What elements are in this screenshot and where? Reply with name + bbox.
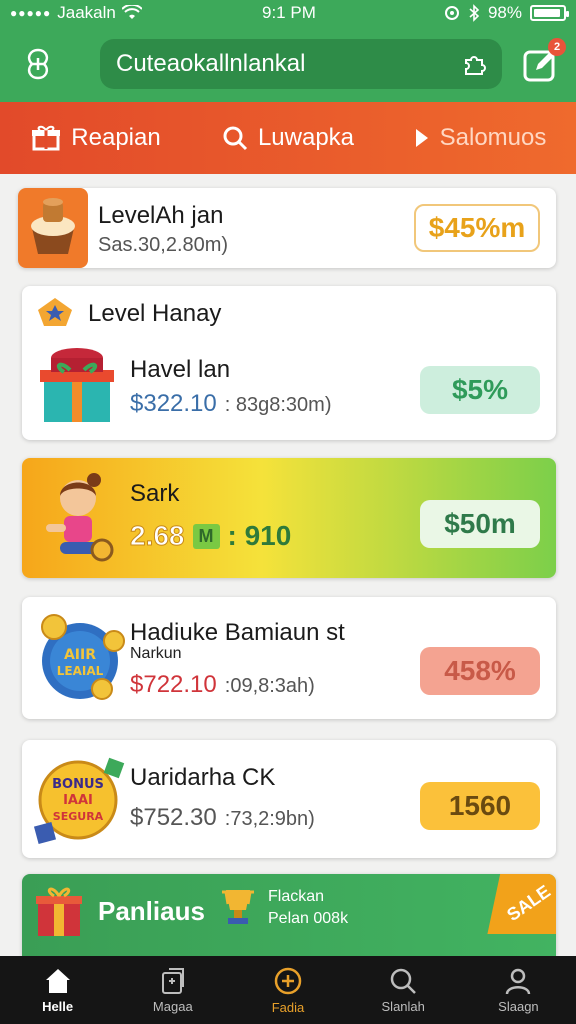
- location-icon: [444, 6, 459, 20]
- list-item[interactable]: LevelAh jan Sas.30,2.80m) $45%m: [18, 188, 556, 268]
- tab-luwapka[interactable]: Luwapka: [192, 102, 384, 174]
- emblem-text-line1: AIIR: [64, 647, 96, 663]
- price-badge[interactable]: 1560: [420, 782, 540, 830]
- sale-ribbon[interactable]: SALE: [487, 874, 556, 934]
- home-icon: [45, 968, 70, 993]
- item-meta: $322.10 : 83g8:30m): [130, 390, 332, 418]
- item-value: : 910: [227, 520, 292, 551]
- tab-bar: Reapian Luwapka Salomuos: [0, 102, 576, 174]
- promo-label: Panliaus: [98, 896, 205, 926]
- battery-percent: 98%: [487, 3, 522, 22]
- nav-slanlah[interactable]: Slanlah: [346, 956, 461, 1024]
- bottom-nav: Helle Magaa Fadia Slanlah Slaagn: [0, 956, 576, 1024]
- nav-magaa[interactable]: Magaa: [115, 956, 230, 1024]
- gift-box-icon: [36, 887, 82, 936]
- section-title: Level Hanay: [88, 300, 222, 327]
- ribbon-text: SALE: [503, 880, 555, 925]
- nav-label: Fadia: [271, 999, 305, 1015]
- gift-box-icon: [40, 348, 114, 422]
- nav-home[interactable]: Helle: [0, 956, 115, 1024]
- item-meta: $752.30 :73,2:9bn): [130, 804, 315, 832]
- promo-text: Flackan Pelan 008k: [268, 888, 348, 928]
- status-time: 9:1 PM: [262, 3, 316, 22]
- character-icon: [46, 473, 114, 562]
- list-item[interactable]: Level Hanay Havel lan $322.10 : 83g8:30m…: [22, 286, 556, 440]
- emblem-text-line3: SEGURA: [53, 810, 104, 823]
- wifi-icon: [121, 5, 142, 19]
- list-item[interactable]: AIIR LEAIAL Hadiuke Bamiaun st Narkun $7…: [22, 597, 556, 719]
- item-title: Hadiuke Bamiaun st: [130, 619, 345, 646]
- item-title: Havel lan: [130, 356, 231, 383]
- bluetooth-icon: [469, 4, 480, 22]
- price-badge-text: $5%: [451, 374, 509, 405]
- price-badge[interactable]: $50m: [420, 500, 540, 548]
- item-detail: :73,2:9bn): [224, 808, 315, 830]
- tab-salomuos[interactable]: Salomuos: [384, 102, 576, 174]
- search-bar[interactable]: Cuteaokallnlankal: [100, 39, 502, 89]
- price-badge-text: 458%: [444, 655, 516, 686]
- nav-label: Magaa: [152, 998, 193, 1014]
- price-badge[interactable]: $45%m: [414, 204, 540, 252]
- promo-line2: Pelan 008k: [268, 910, 349, 927]
- item-title: Sark: [130, 480, 180, 507]
- item-meta: 2.68 M : 910: [130, 520, 292, 552]
- item-subtitle: Narkun: [130, 645, 182, 662]
- status-bar: ●●●●● Jaakaln 9:1 PM 98%: [0, 0, 576, 28]
- search-icon: [223, 126, 248, 151]
- tab-label: Salomuos: [439, 124, 547, 151]
- price-badge[interactable]: $5%: [420, 366, 540, 414]
- nav-label: Slaagn: [498, 998, 539, 1014]
- item-price: $752.30: [130, 804, 217, 831]
- item-detail: : 83g8:30m): [224, 394, 332, 416]
- tab-label: Luwapka: [257, 124, 355, 151]
- price-badge-text: 1560: [448, 790, 512, 821]
- notification-badge: 2: [548, 38, 566, 56]
- emblem-text-line1: BONUS: [52, 777, 104, 792]
- mid-badge: M: [192, 523, 220, 549]
- price-badge-text: $50m: [444, 508, 516, 539]
- item-price: $722.10: [130, 671, 217, 698]
- coin-badge-icon: AIIR LEAIAL: [41, 614, 125, 700]
- nav-fadia[interactable]: Fadia: [230, 956, 345, 1024]
- logo-icon[interactable]: [18, 44, 58, 84]
- item-price: $322.10: [130, 390, 217, 417]
- emblem-text-line2: IAAI: [63, 793, 93, 808]
- emblem-text-line2: LEAIAL: [57, 664, 104, 678]
- price-badge-text: $45%m: [428, 212, 526, 243]
- sale-badge-icon: BONUS IAAI SEGURA: [34, 757, 125, 845]
- item-meta: $722.10 :09,8:3ah): [130, 671, 315, 699]
- promo-banner[interactable]: Panliaus Flackan Pelan 008k SALE: [22, 874, 556, 964]
- user-icon: [506, 968, 531, 994]
- tab-reapian[interactable]: Reapian: [0, 102, 192, 174]
- item-price: 2.68: [130, 520, 185, 552]
- price-badge[interactable]: 458%: [420, 647, 540, 695]
- star-badge-icon: [38, 298, 72, 326]
- promo-line1: Flackan: [268, 888, 325, 905]
- nav-label: Slanlah: [381, 998, 425, 1014]
- compose-button[interactable]: 2: [522, 38, 566, 84]
- list-item[interactable]: Sark 2.68 M : 910 $50m: [22, 458, 556, 578]
- trophy-icon: [222, 890, 254, 924]
- nav-label: Helle: [42, 998, 74, 1014]
- carrier-name: Jaakaln: [57, 3, 116, 22]
- app-header: ●●●●● Jaakaln 9:1 PM 98% Cuteaokallnlank…: [0, 0, 576, 102]
- item-subtitle: Sas.30,2.80m): [98, 234, 229, 256]
- item-title: Uaridarha CK: [130, 764, 276, 791]
- gift-icon: [32, 125, 61, 151]
- item-title: LevelAh jan: [98, 202, 224, 229]
- cupcake-icon: [18, 188, 88, 268]
- search-icon: [390, 968, 417, 994]
- nav-slaagn[interactable]: Slaagn: [461, 956, 576, 1024]
- play-icon: [415, 129, 428, 147]
- battery-icon: [530, 5, 569, 21]
- puzzle-icon[interactable]: [460, 50, 488, 78]
- tab-label: Reapian: [71, 124, 161, 151]
- signal-icon: ●●●●●: [10, 6, 52, 20]
- list-item[interactable]: BONUS IAAI SEGURA Uaridarha CK $752.30 :…: [22, 740, 556, 858]
- plus-circle-icon: [274, 967, 302, 994]
- search-text: Cuteaokallnlankal: [116, 50, 306, 77]
- item-detail: :09,8:3ah): [224, 675, 315, 697]
- document-icon: [161, 967, 184, 994]
